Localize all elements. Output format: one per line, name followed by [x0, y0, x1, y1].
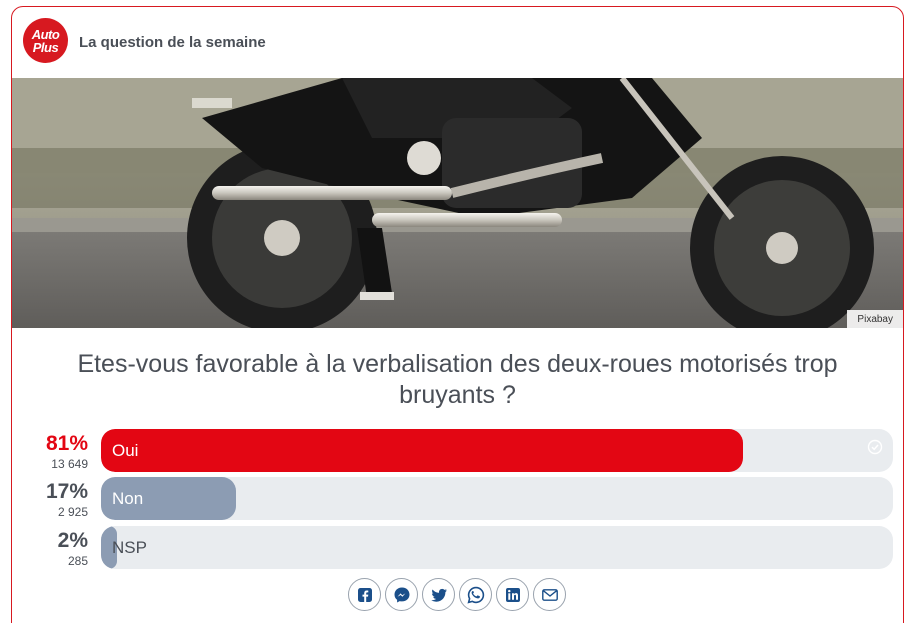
answer-bar-fill: [101, 429, 743, 472]
poll-answer-nsp[interactable]: 2% 285 NSP: [12, 526, 903, 570]
answer-vote-count: 13 649: [51, 457, 88, 471]
poll-answer-oui[interactable]: 81% 13 649 Oui: [12, 429, 903, 473]
answer-label: Oui: [112, 441, 139, 460]
facebook-icon: [357, 587, 372, 602]
share-bar: [348, 578, 566, 611]
poll-card: Auto Plus La question de la semaine Pixa…: [11, 6, 904, 623]
header-title: La question de la semaine: [79, 34, 266, 51]
poll-question: Etes-vous favorable à la verbalisation d…: [77, 350, 838, 409]
share-linkedin-button[interactable]: [496, 578, 529, 611]
selected-check-icon: [867, 439, 883, 455]
share-email-button[interactable]: [533, 578, 566, 611]
answer-vote-count: 285: [67, 554, 88, 568]
answer-bar[interactable]: Non: [101, 477, 893, 520]
answer-vote-count: 2 925: [57, 505, 88, 519]
answer-label: Non: [112, 489, 144, 508]
answer-label: NSP: [112, 538, 147, 557]
answer-bar[interactable]: Oui: [101, 429, 893, 472]
linkedin-icon: [505, 587, 520, 602]
answer-bar[interactable]: NSP: [101, 526, 893, 569]
poll-header: Auto Plus La question de la semaine: [12, 7, 903, 79]
share-whatsapp-button[interactable]: [459, 578, 492, 611]
answer-percent: 81%: [45, 432, 88, 455]
share-facebook-button[interactable]: [348, 578, 381, 611]
answer-percent: 17%: [45, 480, 88, 503]
answer-percent: 2%: [57, 529, 88, 552]
whatsapp-icon: [466, 586, 484, 604]
messenger-icon: [394, 587, 409, 602]
share-twitter-button[interactable]: [422, 578, 455, 611]
share-messenger-button[interactable]: [385, 578, 418, 611]
logo-line-1: Auto: [31, 26, 60, 42]
poll-answer-non[interactable]: 17% 2 925 Non: [12, 477, 903, 521]
twitter-icon: [430, 588, 447, 602]
motorcycle-photo: [12, 78, 903, 328]
logo-line-2: Plus: [32, 39, 59, 55]
email-icon: [541, 588, 558, 601]
poll-image: Pixabay: [12, 78, 903, 328]
autoplus-logo[interactable]: Auto Plus: [23, 18, 68, 63]
image-credit: Pixabay: [847, 310, 903, 328]
